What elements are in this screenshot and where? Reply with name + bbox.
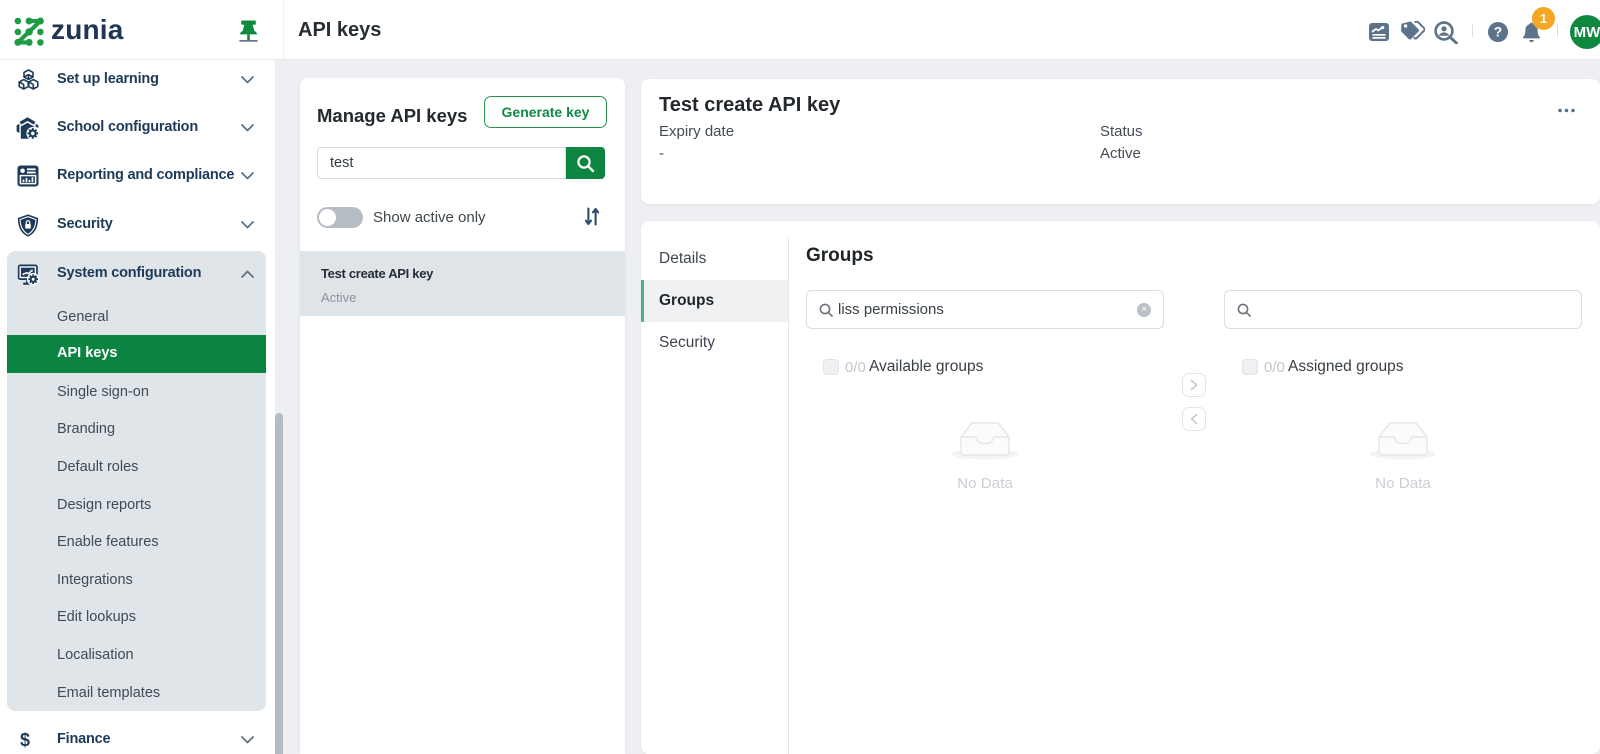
svg-text:?: ? [1494,25,1502,40]
